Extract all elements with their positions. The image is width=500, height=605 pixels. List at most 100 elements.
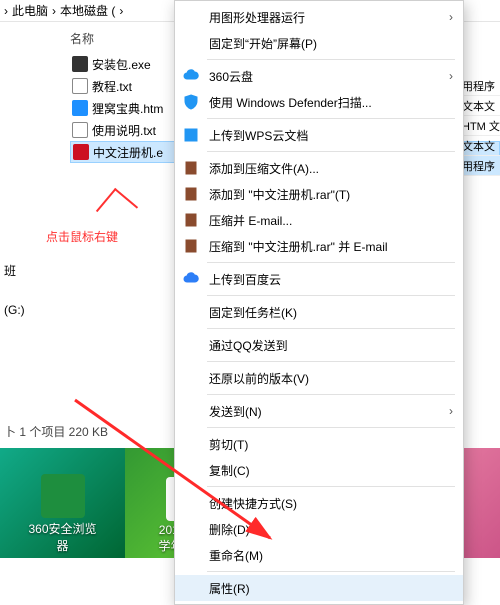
menu-separator bbox=[207, 361, 455, 362]
menu-item[interactable]: 压缩并 E-mail... bbox=[175, 207, 463, 233]
menu-item-label: 使用 Windows Defender扫描... bbox=[209, 94, 453, 111]
peek-type: 文本文档 bbox=[460, 136, 500, 156]
blank-icon bbox=[181, 494, 201, 512]
blank-icon bbox=[181, 8, 201, 26]
breadcrumb-sep: › bbox=[119, 4, 123, 18]
menu-item-label: 通过QQ发送到 bbox=[209, 337, 453, 354]
menu-item[interactable]: 发送到(N) › bbox=[175, 398, 463, 424]
desktop-shortcut-browser[interactable]: 360安全浏览 器 bbox=[0, 448, 125, 558]
menu-item-label: 添加到压缩文件(A)... bbox=[209, 160, 453, 177]
menu-item[interactable]: 通过QQ发送到 bbox=[175, 332, 463, 358]
left-tree-fragment[interactable]: 班 (G:) bbox=[0, 238, 25, 317]
chevron-right-icon: › bbox=[449, 404, 453, 418]
shield-blue-icon bbox=[181, 93, 201, 111]
file-name-label: 安装包.exe bbox=[92, 56, 151, 73]
rar-icon bbox=[181, 237, 201, 255]
peek-type: HTM 文 bbox=[460, 116, 500, 136]
menu-item[interactable]: 用图形处理器运行 › bbox=[175, 4, 463, 30]
wps-blue-icon bbox=[181, 126, 201, 144]
menu-item[interactable]: 复制(C) bbox=[175, 457, 463, 483]
menu-item[interactable]: 上传到WPS云文档 bbox=[175, 122, 463, 148]
menu-item-label: 发送到(N) bbox=[209, 403, 443, 420]
menu-separator bbox=[207, 262, 455, 263]
exe1-file-icon bbox=[72, 56, 88, 72]
menu-separator bbox=[207, 427, 455, 428]
menu-separator bbox=[207, 59, 455, 60]
menu-item-label: 固定到任务栏(K) bbox=[209, 304, 453, 321]
browser-360-icon bbox=[41, 474, 85, 518]
menu-item[interactable]: 还原以前的版本(V) bbox=[175, 365, 463, 391]
menu-item[interactable]: 添加到压缩文件(A)... bbox=[175, 155, 463, 181]
file-name-label: 中文注册机.e bbox=[93, 144, 163, 161]
file-name-label: 狸窝宝典.htm bbox=[92, 100, 163, 117]
breadcrumb-part-1[interactable]: 此电脑 bbox=[12, 2, 48, 19]
peek-type: 用程序 bbox=[460, 156, 500, 176]
annotation-tip: 点击鼠标右键 bbox=[46, 228, 118, 245]
menu-item[interactable]: 添加到 "中文注册机.rar"(T) bbox=[175, 181, 463, 207]
breadcrumb-sep: › bbox=[4, 4, 8, 18]
menu-separator bbox=[207, 328, 455, 329]
menu-item-label: 固定到“开始”屏幕(P) bbox=[209, 35, 453, 52]
menu-item[interactable]: 属性(R) bbox=[175, 575, 463, 601]
breadcrumb-part-2[interactable]: 本地磁盘 ( bbox=[60, 2, 115, 19]
menu-item[interactable]: 360云盘 › bbox=[175, 63, 463, 89]
blank-icon bbox=[181, 546, 201, 564]
blank-icon bbox=[181, 402, 201, 420]
desktop-label: 器 bbox=[56, 537, 68, 554]
menu-item-label: 压缩到 "中文注册机.rar" 并 E-mail bbox=[209, 238, 453, 255]
baidu-icon bbox=[181, 270, 201, 288]
blank-icon bbox=[181, 435, 201, 453]
blank-icon bbox=[181, 336, 201, 354]
status-bar: 卜 1 个项目 220 KB bbox=[4, 423, 108, 440]
menu-item-label: 添加到 "中文注册机.rar"(T) bbox=[209, 186, 453, 203]
cloud-blue-icon bbox=[181, 67, 201, 85]
desktop-label: 360安全浏览 bbox=[28, 520, 96, 537]
menu-item-label: 上传到百度云 bbox=[209, 271, 453, 288]
menu-item-label: 复制(C) bbox=[209, 462, 453, 479]
menu-item[interactable]: 重命名(M) bbox=[175, 542, 463, 568]
menu-separator bbox=[207, 486, 455, 487]
txt-file-icon bbox=[72, 122, 88, 138]
blank-icon bbox=[181, 369, 201, 387]
blank-icon bbox=[181, 461, 201, 479]
menu-item-label: 重命名(M) bbox=[209, 547, 453, 564]
txt-file-icon bbox=[72, 78, 88, 94]
breadcrumb-sep: › bbox=[52, 4, 56, 18]
annotation-text: 点击鼠标右键 bbox=[46, 230, 118, 244]
file-name-label: 教程.txt bbox=[92, 78, 132, 95]
htm-file-icon bbox=[72, 100, 88, 116]
blank-icon bbox=[181, 520, 201, 538]
tree-item-drive[interactable]: (G:) bbox=[4, 303, 25, 317]
menu-item-label: 上传到WPS云文档 bbox=[209, 127, 453, 144]
menu-item[interactable]: 剪切(T) bbox=[175, 431, 463, 457]
rar-icon bbox=[181, 159, 201, 177]
menu-item[interactable]: 固定到“开始”屏幕(P) bbox=[175, 30, 463, 56]
rar-icon bbox=[181, 185, 201, 203]
context-menu: 用图形处理器运行 › 固定到“开始”屏幕(P) 360云盘 › 使用 Windows De… bbox=[174, 0, 464, 605]
peek-type: 用程序 bbox=[460, 76, 500, 96]
blank-icon bbox=[181, 34, 201, 52]
exe2-file-icon bbox=[73, 144, 89, 160]
menu-item-label: 还原以前的版本(V) bbox=[209, 370, 453, 387]
menu-item-label: 压缩并 E-mail... bbox=[209, 212, 453, 229]
annotation-arrow-icon bbox=[96, 188, 138, 230]
menu-item[interactable]: 创建快捷方式(S) bbox=[175, 490, 463, 516]
menu-separator bbox=[207, 295, 455, 296]
blank-icon bbox=[181, 579, 201, 597]
menu-item-label: 360云盘 bbox=[209, 68, 443, 85]
menu-item[interactable]: 上传到百度云 bbox=[175, 266, 463, 292]
menu-item[interactable]: 压缩到 "中文注册机.rar" 并 E-mail bbox=[175, 233, 463, 259]
menu-separator bbox=[207, 394, 455, 395]
menu-item-label: 删除(D) bbox=[209, 521, 453, 538]
rar-icon bbox=[181, 211, 201, 229]
chevron-right-icon: › bbox=[449, 69, 453, 83]
menu-item[interactable]: 固定到任务栏(K) bbox=[175, 299, 463, 325]
file-name-label: 使用说明.txt bbox=[92, 122, 156, 139]
menu-separator bbox=[207, 571, 455, 572]
menu-item-label: 用图形处理器运行 bbox=[209, 9, 443, 26]
chevron-right-icon: › bbox=[449, 10, 453, 24]
menu-item[interactable]: 使用 Windows Defender扫描... bbox=[175, 89, 463, 115]
peek-type: 文本文档 bbox=[460, 96, 500, 116]
tree-item-fragment[interactable]: 班 bbox=[4, 262, 25, 279]
menu-item[interactable]: 删除(D) bbox=[175, 516, 463, 542]
